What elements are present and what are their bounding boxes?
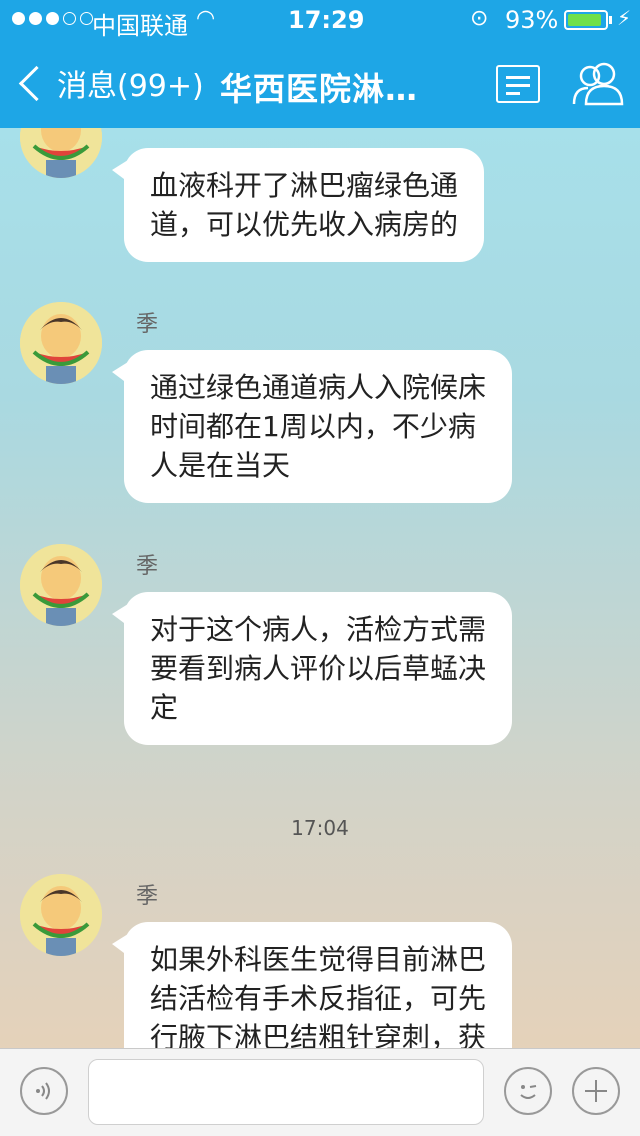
message-line: 道，可以优先收入病房的 (150, 208, 459, 241)
input-bar (0, 1048, 640, 1136)
chevron-left-icon (18, 65, 55, 101)
signal-strength-icon (12, 12, 93, 25)
message-bubble[interactable]: 对于这个病人，活检方式需 要看到病人评价以后草蜢决 定 (111, 592, 513, 745)
charging-icon: ⚡ (617, 6, 632, 30)
back-button[interactable]: 消息(99+) (10, 60, 204, 106)
message-bubble[interactable]: 通过绿色通道病人入院候床 时间都在1周以内，不少病 人是在当天 (111, 350, 513, 503)
watermelon-boy-avatar-icon (20, 874, 102, 956)
sender-name: 季 (136, 312, 159, 337)
message-line: 结活检有手术反指征，可先 (150, 982, 487, 1015)
message-line: 定 (150, 691, 179, 724)
watermelon-boy-avatar-icon (20, 544, 102, 626)
message-line: 通过绿色通道病人入院候床 (150, 371, 487, 404)
back-label: 消息(99+) (57, 69, 204, 104)
navigation-bar: 消息(99+) 华西医院淋… (0, 40, 640, 128)
message-line: 血液科开了淋巴瘤绿色通 (150, 169, 459, 202)
plus-icon[interactable] (572, 1067, 620, 1115)
status-bar: 中国联通 ◠ 17:29 ⊙ 93% ⚡ (0, 0, 640, 40)
sender-name: 季 (136, 884, 159, 909)
avatar[interactable] (20, 544, 102, 626)
list-icon[interactable] (496, 65, 540, 103)
top-bar: 中国联通 ◠ 17:29 ⊙ 93% ⚡ 消息(99+) 华西医院淋… (0, 0, 640, 128)
avatar[interactable] (20, 302, 102, 384)
avatar[interactable] (20, 874, 102, 956)
message-line: 对于这个病人，活检方式需 (150, 613, 487, 646)
battery-icon (564, 10, 608, 30)
message-line: 行腋下淋巴结粗针穿刺，获 (150, 1021, 487, 1048)
battery-tip (609, 16, 612, 24)
people-icon[interactable] (568, 60, 628, 108)
avatar[interactable] (20, 128, 102, 178)
message-line: 人是在当天 (150, 449, 291, 482)
message-timestamp: 17:04 (291, 816, 349, 840)
battery-level-fill (568, 14, 601, 26)
emoji-icon[interactable] (504, 1067, 552, 1115)
wifi-icon: ◠ (196, 6, 216, 31)
watermelon-boy-avatar-icon (20, 302, 102, 384)
message-line: 要看到病人评价以后草蜢决 (150, 652, 487, 685)
message-line: 如果外科医生觉得目前淋巴 (150, 943, 487, 976)
carrier-name: 中国联通 (92, 12, 188, 40)
battery-percent: 93% (505, 6, 559, 34)
message-line: 时间都在1周以内，不少病 (150, 410, 476, 443)
watermelon-boy-avatar-icon (20, 128, 102, 178)
message-bubble[interactable]: 血液科开了淋巴瘤绿色通 道，可以优先收入病房的 (111, 148, 485, 262)
voice-icon[interactable] (20, 1067, 68, 1115)
chat-title: 华西医院淋… (220, 70, 419, 108)
status-time: 17:29 (288, 6, 365, 34)
message-input[interactable] (88, 1059, 484, 1125)
message-bubble[interactable]: 如果外科医生觉得目前淋巴 结活检有手术反指征，可先 行腋下淋巴结粗针穿刺，获 (111, 922, 513, 1048)
sender-name: 季 (136, 554, 159, 579)
rotation-lock-icon: ⊙ (470, 6, 489, 31)
chat-message-list[interactable]: 血液科开了淋巴瘤绿色通 道，可以优先收入病房的 季 通过绿色通道病人入院候床 时… (0, 128, 640, 1048)
